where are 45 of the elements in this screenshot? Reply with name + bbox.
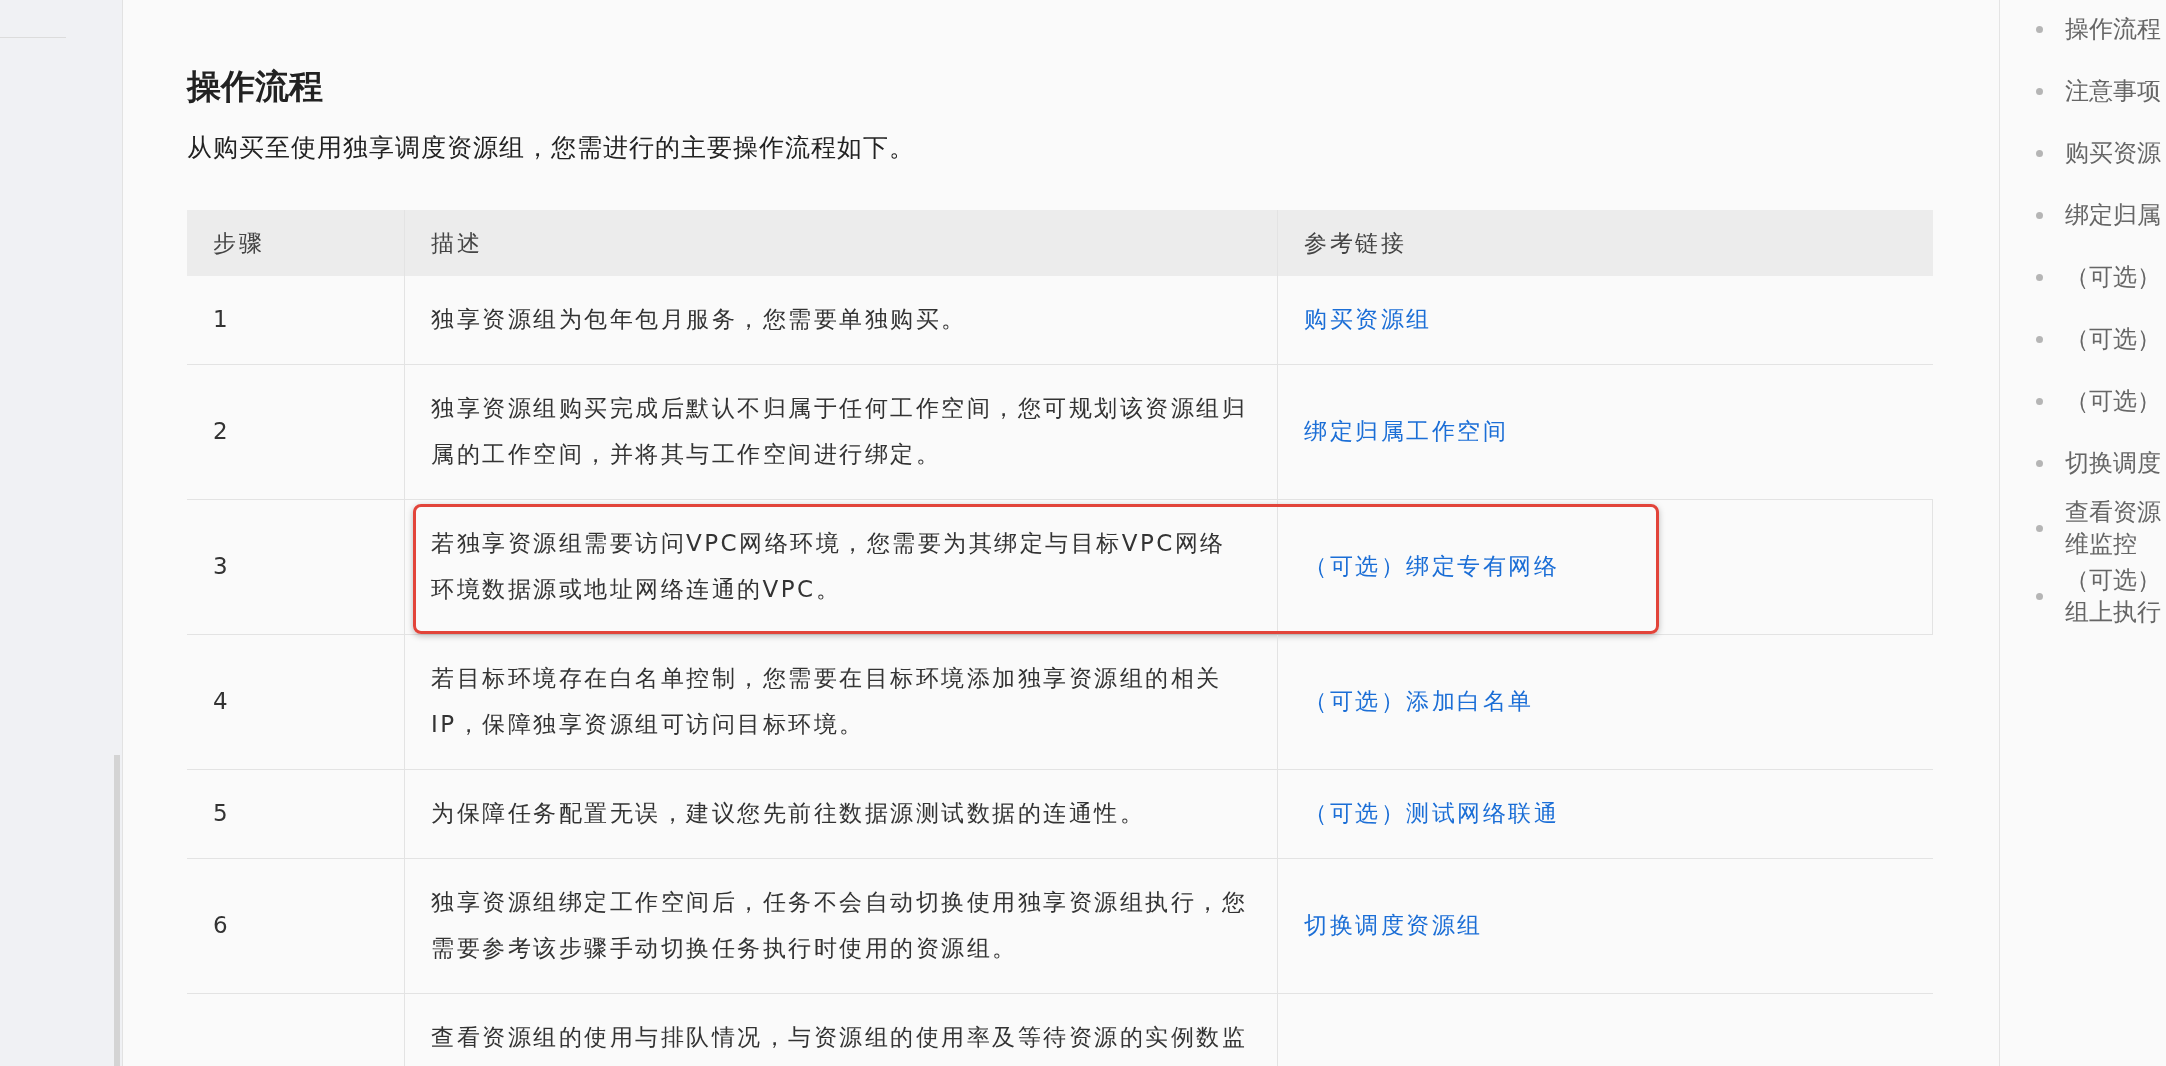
toc-link[interactable]: 查看资源 维监控 [2065,496,2161,560]
step-description: 若独享资源组需要访问VPC网络环境，您需要为其绑定与目标VPC网络环境数据源或地址网络连通的VPC。 [431,529,1227,604]
reference-link[interactable]: 切换调度资源组 [1304,902,1483,948]
bullet-icon [2036,524,2043,532]
bullet-icon [2036,273,2043,281]
toc-link[interactable]: （可选） [2065,385,2161,417]
step-description: 独享资源组购买完成后默认不归属于任何工作空间，您可规划该资源组归属的工作空间，并将其与工作空间进行绑定。 [431,394,1248,469]
step-number: 5 [213,799,231,828]
bullet-icon [2036,211,2043,219]
toc-link[interactable]: 操作流程 [2065,13,2161,45]
reference-link[interactable]: （可选）绑定专有网络 [1304,543,1559,589]
toc-link[interactable]: （可选） 组上执行 [2065,564,2161,628]
bullet-icon [2036,397,2043,405]
step-number: 6 [213,911,231,940]
reference-link[interactable]: 绑定归属工作空间 [1304,408,1508,454]
step-number: 3 [213,552,231,581]
reference-link[interactable]: 购买资源组 [1304,296,1432,342]
column-header: 步骤 [213,229,264,258]
toc-link[interactable]: 切换调度 [2065,447,2161,479]
step-number: 4 [213,687,231,716]
intro-text: 从购买至使用独享调度资源组，您需进行的主要操作流程如下。 [187,132,916,164]
toc-link[interactable]: 绑定归属 [2065,199,2161,231]
reference-link[interactable]: （可选）添加白名单 [1304,678,1534,724]
toc-link[interactable]: 购买资源 [2065,137,2161,169]
bullet-icon [2036,459,2043,467]
toc-link[interactable]: （可选） [2065,261,2161,293]
bullet-icon [2036,87,2043,95]
step-description: 查看资源组的使用与排队情况，与资源组的使用率及等待资源的实例数监 [431,1023,1247,1052]
scrollbar[interactable] [114,755,120,1066]
step-number: 1 [213,305,231,334]
section-heading: 操作流程 [187,65,324,108]
column-header: 描述 [431,229,482,258]
step-description: 独享资源组为包年包月服务，您需要单独购买。 [431,305,967,334]
toc-link[interactable]: （可选） [2065,323,2161,355]
reference-link[interactable]: （可选）测试网络联通 [1304,790,1559,836]
step-description: 独享资源组绑定工作空间后，任务不会自动切换使用独享资源组执行，您需要参考该步骤手动切换任务执行时使用的资源组。 [431,888,1248,963]
step-description: 若目标环境存在白名单控制，您需要在目标环境添加独享资源组的相关IP，保障独享资源组可访问目标环境。 [431,664,1223,739]
step-description: 为保障任务配置无误，建议您先前往数据源测试数据的连通性。 [431,799,1145,828]
toc-link[interactable]: 注意事项 [2065,75,2161,107]
step-number: 2 [213,417,231,446]
bullet-icon [2036,149,2043,157]
column-header: 参考链接 [1304,229,1406,258]
bullet-icon [2036,25,2043,33]
bullet-icon [2036,592,2043,600]
bullet-icon [2036,335,2043,343]
